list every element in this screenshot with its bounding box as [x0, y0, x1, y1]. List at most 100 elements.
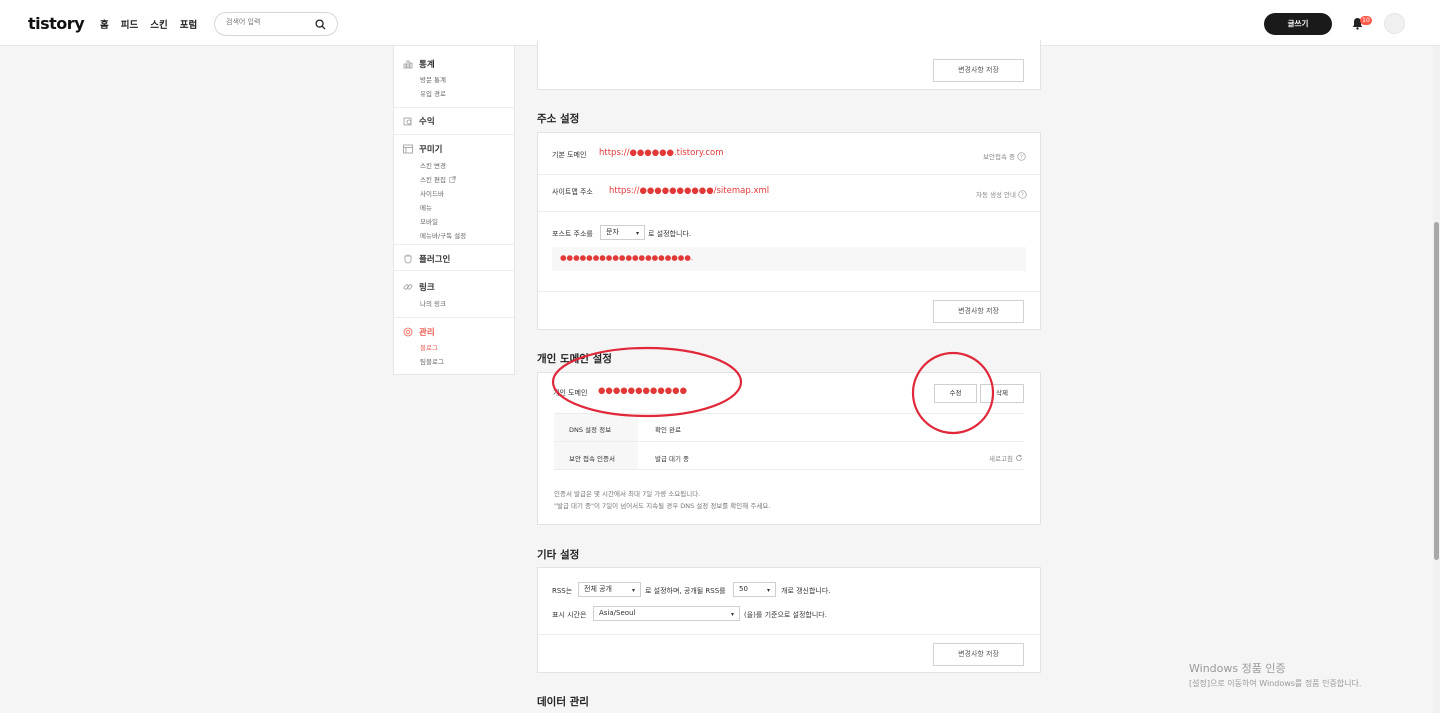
refresh-label: 새로고침: [989, 455, 1013, 463]
sidebar-item-plugin[interactable]: 플러그인: [403, 253, 450, 265]
sidebar-item-stats[interactable]: 통계: [403, 58, 435, 70]
write-button[interactable]: 글쓰기: [1264, 13, 1332, 35]
sidebar-item-sidebar[interactable]: 사이드바: [420, 188, 444, 198]
cert-note-2: "발급 대기 중"이 7일이 넘어서도 지속될 경우 DNS 설정 정보를 확인…: [554, 502, 771, 510]
nav-skin[interactable]: 스킨: [150, 17, 167, 31]
sidebar-label: 수익: [419, 117, 435, 127]
post-address-example-box: ●●●●●●●●●●●●●●●●●●●●.: [552, 247, 1026, 271]
sidebar-group-plugin: 플러그인: [394, 244, 514, 270]
data-management-title: 데이터 관리: [537, 696, 589, 708]
sidebar-group-stats: 통계 방문 통계 유입 경로: [394, 46, 514, 108]
sidebar-label: 링크: [419, 283, 435, 293]
sidebar-group-manage: 관리 블로그 팀블로그: [394, 317, 514, 375]
timezone-suffix: (을)를 기준으로 설정합니다.: [744, 611, 827, 619]
sidebar-item-skin-change[interactable]: 스킨 변경: [420, 160, 446, 170]
previous-settings-card: 변경사항 저장: [537, 40, 1041, 90]
divider: [538, 211, 1040, 212]
post-address-select[interactable]: 문자 ▾: [600, 225, 645, 240]
post-address-example: ●●●●●●●●●●●●●●●●●●●●.: [560, 253, 694, 262]
custom-domain-title: 개인 도메인 설정: [537, 353, 612, 365]
watermark-line-1: Windows 정품 인증: [1189, 662, 1286, 675]
search-input[interactable]: [226, 18, 314, 26]
external-link-icon: [449, 176, 456, 183]
refresh-icon: [1016, 454, 1022, 461]
nav-feed[interactable]: 피드: [121, 17, 138, 31]
help-icon[interactable]: ?: [1018, 190, 1027, 199]
delete-button[interactable]: 삭제: [980, 384, 1024, 403]
divider: [554, 469, 1024, 470]
nav-home[interactable]: 홈: [100, 17, 109, 31]
revenue-icon: [403, 117, 412, 126]
sidebar-item-my-link[interactable]: 나의 링크: [420, 298, 446, 308]
caret-down-icon: ▾: [635, 230, 639, 237]
sidebar-label: 관리: [419, 328, 435, 338]
sidebar-item-referrer[interactable]: 유입 경로: [420, 88, 446, 98]
secure-status: 보안접속 중 ?: [983, 151, 1026, 161]
sidebar-label: 통계: [419, 60, 435, 70]
sidebar-group-link: 링크 나의 링크: [394, 270, 514, 317]
auto-gen-info: 자동 생성 안내 ?: [976, 189, 1027, 199]
sidebar-item-mobile[interactable]: 모바일: [420, 216, 438, 226]
save-button[interactable]: 변경사항 저장: [933, 300, 1024, 323]
post-address-suffix: 로 설정합니다.: [648, 230, 692, 238]
rss-count-select[interactable]: 50 ▾: [733, 582, 776, 597]
rss-middle: 로 설정하며, 공개될 RSS를: [645, 587, 726, 595]
sidebar-item-menu[interactable]: 메뉴: [420, 202, 432, 212]
rss-visibility-select[interactable]: 전체 공개 ▾: [578, 582, 641, 597]
other-settings-card: RSS는 전체 공개 ▾ 로 설정하며, 공개될 RSS를 50 ▾ 개로 갱신…: [537, 567, 1041, 673]
save-button[interactable]: 변경사항 저장: [933, 59, 1024, 82]
global-nav: 홈 피드 스킨 포럼: [100, 17, 197, 31]
sidebar-label: 플러그인: [419, 255, 451, 265]
plugin-icon: [404, 254, 412, 264]
address-settings-card: 기본 도메인 https://●●●●●●.tistory.com 보안접속 중…: [537, 132, 1041, 330]
select-value: 전체 공개: [584, 585, 612, 593]
sidebar-item-menubar[interactable]: 메뉴바/구독 설정: [420, 230, 466, 240]
sidebar-item-revenue[interactable]: 수익: [403, 115, 435, 127]
save-button[interactable]: 변경사항 저장: [933, 643, 1024, 666]
edit-button[interactable]: 수정: [934, 384, 977, 403]
caret-down-icon: ▾: [631, 587, 635, 594]
divider: [538, 174, 1040, 175]
select-value: Asia/Seoul: [599, 609, 636, 617]
basic-domain-value: https://●●●●●●.tistory.com: [599, 148, 724, 158]
admin-sidebar: 통계 방문 통계 유입 경로 수익 꾸미기 스킨 변경 스킨 편집 사이드바 메…: [393, 46, 515, 375]
sidebar-item-blog[interactable]: 블로그: [420, 342, 438, 352]
post-address-prefix: 포스트 주소를: [552, 230, 593, 238]
sidebar-label: 스킨 편집: [420, 176, 446, 184]
sidebar-item-visit-stats[interactable]: 방문 통계: [420, 74, 446, 84]
avatar[interactable]: [1384, 13, 1405, 34]
dns-label: DNS 설정 정보: [569, 426, 612, 434]
page-scrollbar-thumb[interactable]: [1434, 222, 1439, 560]
sidebar-group-design: 꾸미기 스킨 변경 스킨 편집 사이드바 메뉴 모바일 메뉴바/구독 설정: [394, 134, 514, 244]
help-icon[interactable]: ?: [1017, 152, 1026, 161]
sitemap-label: 사이트맵 주소: [552, 188, 593, 196]
link-icon: [403, 284, 413, 290]
tistory-logo[interactable]: tistory: [28, 14, 85, 33]
select-value: 50: [739, 585, 748, 593]
sidebar-item-team-blog[interactable]: 팀블로그: [420, 356, 444, 366]
watermark-line-2: [설정]으로 이동하여 Windows를 정품 인증합니다.: [1189, 679, 1362, 688]
select-value: 문자: [606, 228, 619, 236]
timezone-select[interactable]: Asia/Seoul ▾: [593, 606, 740, 621]
divider: [554, 441, 1024, 442]
nav-forum[interactable]: 포럼: [180, 17, 197, 31]
custom-domain-label: 개인 도메인: [553, 389, 588, 397]
search-box: [214, 12, 338, 36]
svg-text:?: ?: [1020, 155, 1023, 161]
custom-domain-value: ●●●●●●●●●●●●: [598, 386, 688, 396]
auto-gen-label: 자동 생성 안내: [976, 191, 1017, 199]
sidebar-item-skin-edit[interactable]: 스킨 편집: [420, 174, 456, 184]
sidebar-item-link[interactable]: 링크: [403, 281, 435, 293]
notification-badge: 10: [1360, 16, 1372, 25]
dns-value: 확인 완료: [655, 426, 681, 434]
bar-chart-icon: [403, 60, 413, 69]
gear-icon: [403, 327, 413, 337]
sidebar-label: 꾸미기: [419, 145, 443, 155]
search-icon[interactable]: [315, 19, 326, 30]
refresh-button[interactable]: 새로고침: [989, 453, 1023, 463]
cert-note-1: 인증서 발급은 몇 시간에서 최대 7일 가량 소요됩니다.: [554, 490, 701, 498]
sidebar-item-design[interactable]: 꾸미기: [403, 143, 442, 155]
sidebar-item-manage[interactable]: 관리: [403, 326, 435, 338]
divider: [538, 291, 1040, 292]
custom-domain-card: 개인 도메인 ●●●●●●●●●●●● 수정 삭제 DNS 설정 정보 확인 완…: [537, 372, 1041, 525]
